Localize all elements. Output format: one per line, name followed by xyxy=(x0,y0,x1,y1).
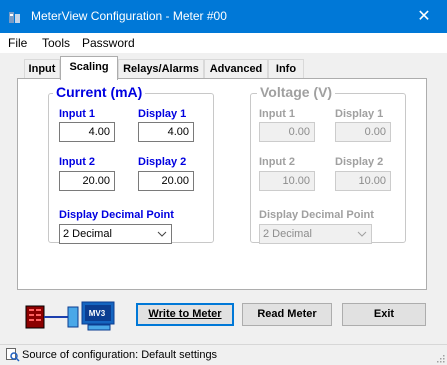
tab-info[interactable]: Info xyxy=(268,59,304,79)
voltage-decimal-value: 2 Decimal xyxy=(263,228,312,240)
scaling-panel: Current (mA) Input 1 Display 1 4.00 4.00… xyxy=(17,78,427,290)
voltage-decimal-select: 2 Decimal xyxy=(259,224,372,244)
current-decimal-value: 2 Decimal xyxy=(63,228,112,240)
current-display1-field[interactable]: 4.00 xyxy=(138,122,194,142)
current-group-title: Current (mA) xyxy=(53,84,146,100)
read-meter-button[interactable]: Read Meter xyxy=(242,303,332,326)
tab-input[interactable]: Input xyxy=(24,59,60,79)
menu-tools[interactable]: Tools xyxy=(42,36,70,50)
tab-strip: Input Scaling Relays/Alarms Advanced Inf… xyxy=(0,53,447,80)
voltage-display2-field: 10.00 xyxy=(335,171,391,191)
voltage-group: Voltage (V) Input 1 Display 1 0.00 0.00 … xyxy=(250,84,406,244)
connection-graphic: MV3 xyxy=(25,301,115,331)
voltage-input2-field: 10.00 xyxy=(259,171,315,191)
current-input2-field[interactable]: 20.00 xyxy=(59,171,115,191)
window-title: MeterView Configuration - Meter #00 xyxy=(31,9,227,23)
mv3-badge: MV3 xyxy=(89,309,106,318)
current-decimal-label: Display Decimal Point xyxy=(59,209,174,221)
status-bar: Source of configuration: Default setting… xyxy=(0,344,447,365)
close-icon: ✕ xyxy=(417,8,431,25)
tab-advanced[interactable]: Advanced xyxy=(204,59,268,79)
menu-file[interactable]: File xyxy=(8,36,27,50)
voltage-group-title: Voltage (V) xyxy=(257,84,336,100)
resize-grip-icon[interactable] xyxy=(435,353,445,363)
current-display2-field[interactable]: 20.00 xyxy=(138,171,194,191)
write-to-meter-label: Write to Meter xyxy=(148,308,222,320)
chevron-down-icon xyxy=(357,231,367,237)
voltage-display1-label: Display 1 xyxy=(335,108,384,120)
chevron-down-icon xyxy=(157,231,167,237)
tab-relays-alarms[interactable]: Relays/Alarms xyxy=(118,59,204,79)
read-meter-label: Read Meter xyxy=(257,308,317,320)
exit-button[interactable]: Exit xyxy=(342,303,426,326)
current-input2-label: Input 2 xyxy=(59,156,96,168)
voltage-decimal-label: Display Decimal Point xyxy=(259,209,374,221)
voltage-input2-label: Input 2 xyxy=(259,156,296,168)
current-display1-label: Display 1 xyxy=(138,108,187,120)
current-input1-label: Input 1 xyxy=(59,108,96,120)
current-input1-field[interactable]: 4.00 xyxy=(59,122,115,142)
voltage-display1-field: 0.00 xyxy=(335,122,391,142)
meter-icon xyxy=(25,305,45,329)
close-button[interactable]: ✕ xyxy=(401,0,447,33)
current-display2-label: Display 2 xyxy=(138,156,187,168)
voltage-display2-label: Display 2 xyxy=(335,156,384,168)
title-bar: MeterView Configuration - Meter #00 ✕ xyxy=(0,0,447,33)
menu-password[interactable]: Password xyxy=(82,36,135,50)
tab-scaling[interactable]: Scaling xyxy=(60,56,118,80)
voltage-input1-field: 0.00 xyxy=(259,122,315,142)
current-group: Current (mA) Input 1 Display 1 4.00 4.00… xyxy=(48,84,214,244)
write-to-meter-button[interactable]: Write to Meter xyxy=(136,303,234,326)
exit-label: Exit xyxy=(373,308,395,320)
menu-bar: File Tools Password xyxy=(0,33,447,53)
app-icon xyxy=(9,12,20,23)
current-decimal-select[interactable]: 2 Decimal xyxy=(59,224,172,244)
status-text: Source of configuration: Default setting… xyxy=(22,349,218,361)
search-icon xyxy=(6,348,20,362)
voltage-input1-label: Input 1 xyxy=(259,108,296,120)
